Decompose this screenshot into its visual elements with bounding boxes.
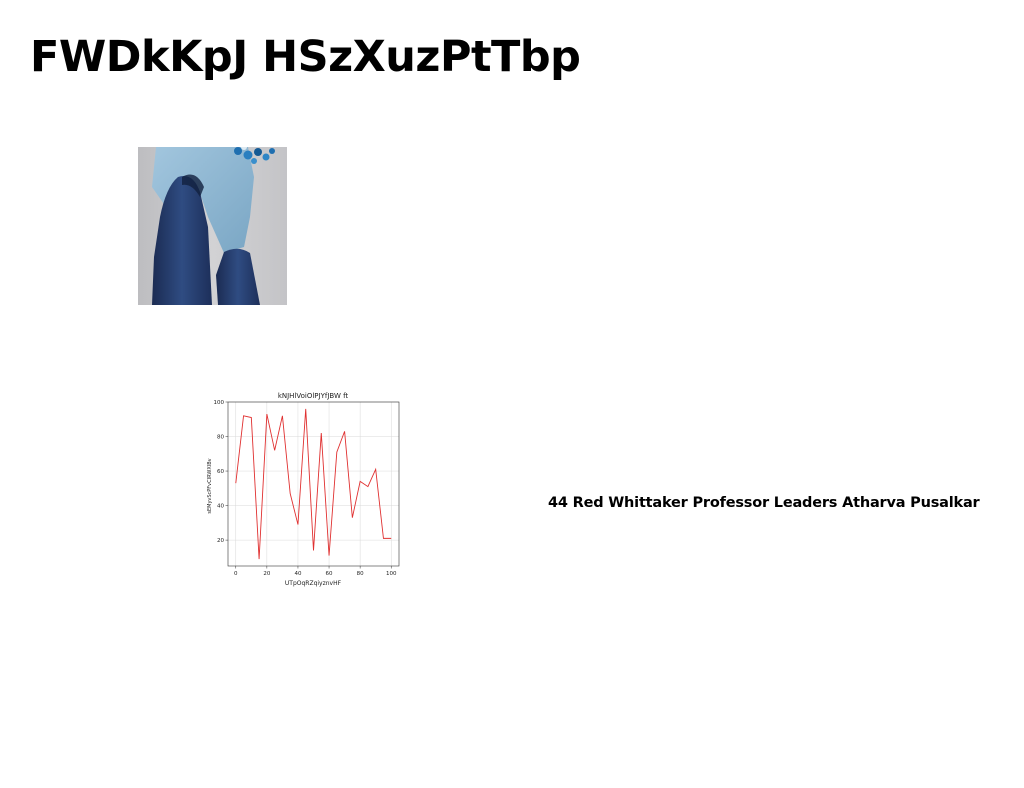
chart-x-axis-label: UTpOqRZqiyznvHF	[285, 580, 342, 587]
chart-y-tick-label: 60	[217, 469, 224, 475]
chart-x-tick-label: 60	[326, 571, 333, 577]
page-title: FWDkKpJ HSzXuzPtTbp	[30, 32, 581, 82]
line-chart-svg: kNJHlVoiOlPJYfJBW ft 0 20 40 60 80 100 20 40 60 8…	[207, 392, 400, 587]
chart-y-axis-label: sEMyvScPFvCIRWXIBv	[207, 458, 213, 513]
caption-text: 44 Red Whittaker Professor Leaders Athar…	[548, 495, 980, 511]
chart-title: kNJHlVoiOlPJYfJBW ft	[278, 392, 349, 400]
chart-y-tick-label: 20	[217, 538, 224, 544]
chart-x-tick-label: 100	[386, 571, 397, 577]
photo-image	[138, 147, 287, 305]
chart-x-tick-label: 80	[357, 571, 364, 577]
chart-y-tick-label: 100	[214, 400, 225, 406]
chart-y-tick-label: 80	[217, 435, 224, 441]
chart-x-tick-label: 0	[234, 571, 238, 577]
chart-grid	[228, 401, 399, 566]
chart-ticks: 0 20 40 60 80 100 20 40 60 80 100	[214, 400, 397, 577]
chart-x-tick-label: 20	[263, 571, 270, 577]
chart-y-tick-label: 40	[217, 504, 224, 510]
chart-series-line	[235, 408, 392, 560]
chart-series	[235, 408, 392, 560]
chart-plot-frame	[227, 401, 400, 567]
line-chart: kNJHlVoiOlPJYfJBW ft 0 20 40 60 80 100 20 40 60 8…	[200, 386, 406, 590]
chart-x-tick-label: 40	[294, 571, 301, 577]
